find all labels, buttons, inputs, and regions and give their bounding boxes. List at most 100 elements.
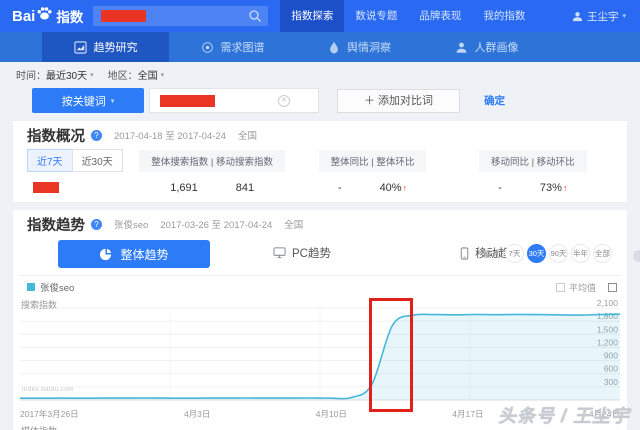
redacted-query: [101, 10, 146, 22]
filter-summary-row: 时间： 最近30天 ▾ 地区： 全国 ▾: [16, 68, 624, 81]
up-arrow-icon: ↑: [403, 183, 408, 193]
subnav-label: 需求图谱: [221, 39, 265, 55]
overview-data-row: 1,691 841 - 40%↑ - 73%↑: [27, 181, 613, 194]
spike-highlight-annotation: [369, 298, 413, 412]
range-30d[interactable]: 30天: [527, 244, 546, 263]
overall-search-value: 1,691: [170, 182, 198, 194]
overview-region: 全国: [238, 128, 257, 142]
x-axis-tick: 2017年3月26日: [20, 408, 79, 419]
site-watermark: index.baidu.com: [22, 386, 74, 393]
nav-item-brand[interactable]: 品牌表现: [408, 0, 472, 32]
col-header-mobile-ratio: 移动同比 | 移动环比: [479, 150, 587, 172]
sub-navigation: 趋势研究 需求图谱 舆情洞察 人群画像: [0, 32, 640, 62]
target-icon: [201, 41, 214, 54]
confirm-button[interactable]: 确定: [484, 93, 505, 108]
by-keyword-button[interactable]: 按关键词 ▾: [32, 88, 144, 113]
range-90d[interactable]: 90天: [549, 244, 568, 263]
subnav-trend-research[interactable]: 趋势研究: [42, 32, 169, 62]
help-icon[interactable]: ?: [91, 130, 102, 141]
chevron-down-icon: ▾: [90, 71, 94, 79]
x-axis-tick: 4月17日: [452, 408, 483, 419]
overview-date-range: 2017-04-18 至 2017-04-24: [114, 128, 226, 142]
mobile-qoq-value: 73%↑: [540, 182, 568, 194]
nav-item-index-explore[interactable]: 指数探索: [280, 0, 344, 32]
svg-text:2,100: 2,100: [597, 298, 619, 308]
page-watermark: 头条号 / 王尘宇: [498, 402, 630, 428]
trend-region: 全国: [284, 217, 303, 231]
y-axis-label: 搜索指数: [21, 298, 57, 311]
tab-last-30-days[interactable]: 近30天: [72, 149, 123, 172]
redacted-keyword-cell: [33, 182, 59, 193]
tab-last-7-days[interactable]: 近7天: [27, 149, 73, 172]
tab-overall-trend[interactable]: 整体趋势: [58, 240, 210, 268]
filter-bar: 时间： 最近30天 ▾ 地区： 全国 ▾ 按关键词 ▾ ✕ ＋ 添加对比词 确定: [0, 62, 640, 113]
col-header-overall-ratio: 整体同比 | 整体环比: [319, 150, 427, 172]
range-half-year[interactable]: 半年: [571, 244, 590, 263]
overview-title-row: 指数概况 ? 2017-04-18 至 2017-04-24 全国: [27, 127, 613, 143]
phone-icon: [460, 247, 469, 260]
nav-item-topics[interactable]: 数说专题: [344, 0, 408, 32]
legend-label: 张俊seo: [40, 280, 74, 294]
redacted-keyword: [160, 95, 215, 107]
line-chart-canvas[interactable]: 3006009001,2001,5001,8002,100: [20, 296, 620, 404]
section-title: 指数概况: [27, 125, 85, 146]
nav-item-my-index[interactable]: 我的指数: [472, 0, 536, 32]
baidu-index-logo[interactable]: Bai 指数: [12, 5, 83, 27]
keyword-input[interactable]: ✕: [149, 88, 319, 113]
subnav-label: 人群画像: [475, 39, 519, 55]
range-prefix: 最近: [483, 248, 500, 260]
tab-label: PC趋势: [292, 245, 331, 261]
user-name: 王尘宇: [587, 9, 619, 24]
clipped-control[interactable]: [608, 283, 617, 292]
help-icon[interactable]: ?: [91, 219, 102, 230]
chevron-down-icon: ▾: [161, 71, 165, 79]
overall-ratio-values: - 40%↑: [292, 182, 452, 194]
search-index-values: 1,691 841: [132, 182, 292, 194]
keyword-row: 按关键词 ▾ ✕ ＋ 添加对比词 确定: [16, 88, 624, 113]
range-7d[interactable]: 7天: [505, 244, 524, 263]
time-range-selector: 最近 7天 30天 90天 半年 全部: [483, 244, 612, 263]
checkbox-icon[interactable]: [556, 283, 565, 292]
search-input[interactable]: [93, 6, 268, 26]
trend-tabs-row: 整体趋势 PC趋势 移动趋势 最近 7天 30天 90天 半年 全部: [20, 240, 620, 268]
mobile-ratio-values: - 73%↑: [453, 182, 613, 194]
trend-chart: 搜索指数 3006009001,2001,5001,8002,100 index…: [20, 296, 620, 406]
col-header-search-index: 整体搜索指数 | 移动搜索指数: [139, 150, 285, 172]
range-all[interactable]: 全部: [593, 244, 612, 263]
region-label: 地区：: [108, 67, 138, 82]
section-title: 指数趋势: [27, 214, 85, 235]
clear-input-icon[interactable]: ✕: [278, 95, 290, 107]
subnav-demand-graph[interactable]: 需求图谱: [169, 32, 296, 62]
pie-chart-icon: [99, 248, 112, 261]
time-label: 时间：: [16, 67, 46, 82]
index-trend-card: 指数趋势 ? 张俊seo 2017-03-26 至 2017-04-24 全国 …: [13, 210, 627, 430]
user-icon: [572, 11, 583, 22]
paw-icon: [36, 5, 53, 27]
droplet-icon: [328, 41, 340, 54]
mobile-search-value: 841: [236, 182, 254, 194]
subnav-audience-profile[interactable]: 人群画像: [423, 32, 550, 62]
overall-yoy-value: -: [338, 182, 342, 194]
mobile-yoy-value: -: [498, 182, 502, 194]
time-value-dropdown[interactable]: 最近30天: [46, 67, 87, 82]
trend-date-range: 2017-03-26 至 2017-04-24: [160, 217, 272, 231]
region-value-dropdown[interactable]: 全国: [138, 67, 158, 82]
user-menu[interactable]: 王尘宇 ▾: [572, 9, 626, 24]
index-overview-card: 指数概况 ? 2017-04-18 至 2017-04-24 全国 近7天 近3…: [13, 121, 627, 202]
floating-widget[interactable]: [633, 250, 640, 262]
trend-title-row: 指数趋势 ? 张俊seo 2017-03-26 至 2017-04-24 全国: [20, 216, 620, 232]
subnav-sentiment-insight[interactable]: 舆情洞察: [296, 32, 423, 62]
overall-qoq-value: 40%↑: [380, 182, 408, 194]
search-icon[interactable]: [248, 9, 262, 23]
top-navigation: 指数探索 数说专题 品牌表现 我的指数: [280, 0, 536, 32]
up-arrow-icon: ↑: [563, 183, 568, 193]
tab-pc-trend[interactable]: PC趋势: [273, 245, 331, 261]
subnav-label: 趋势研究: [94, 39, 138, 55]
x-axis-tick: 4月10日: [316, 408, 347, 419]
add-compare-button[interactable]: ＋ 添加对比词: [337, 89, 460, 113]
people-icon: [455, 41, 468, 54]
average-toggle[interactable]: 平均值: [556, 281, 613, 294]
average-label: 平均值: [569, 281, 596, 294]
chevron-down-icon: ▾: [622, 12, 626, 20]
trend-chart-icon: [74, 41, 87, 54]
